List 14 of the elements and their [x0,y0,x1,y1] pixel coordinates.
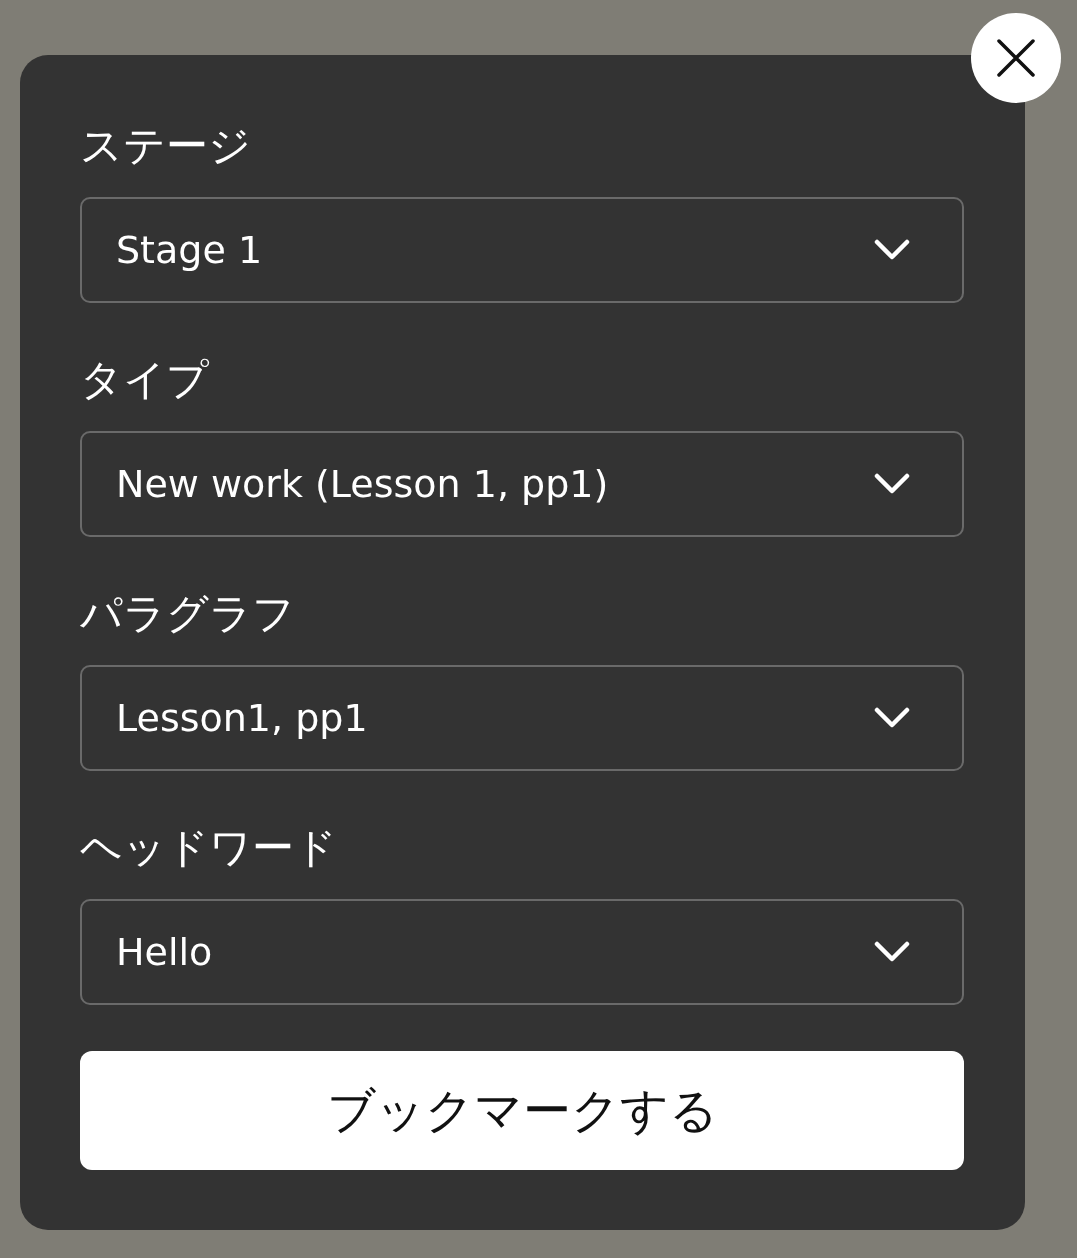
chevron-down-icon [874,707,910,729]
chevron-down-icon [874,239,910,261]
dropdown[interactable]: Stage 1 [80,197,964,303]
bookmark-button[interactable]: ブックマークする [80,1051,964,1170]
field-label: パラグラフ [80,588,295,640]
field-label: ヘッドワード [80,822,337,874]
close-icon [996,38,1036,78]
chevron-down-icon [874,941,910,963]
field-label: タイプ [80,354,209,406]
dropdown[interactable]: Lesson1, pp1 [80,665,964,771]
dropdown[interactable]: New work (Lesson 1, pp1) [80,431,964,537]
dropdown[interactable]: Hello [80,899,964,1005]
chevron-down-icon [874,473,910,495]
field-label: ステージ [80,120,251,172]
